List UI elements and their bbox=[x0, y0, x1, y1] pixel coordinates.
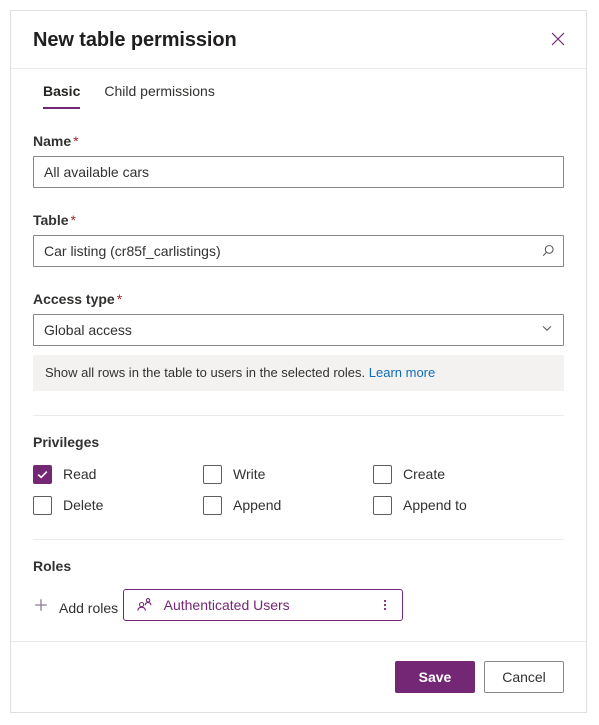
privilege-create-label: Create bbox=[403, 466, 446, 482]
table-label-text: Table bbox=[33, 212, 69, 228]
table-label: Table * bbox=[33, 210, 564, 230]
privilege-delete-label: Delete bbox=[63, 497, 104, 513]
table-input[interactable] bbox=[33, 235, 564, 267]
close-button[interactable] bbox=[542, 24, 574, 56]
privilege-create[interactable]: Create bbox=[373, 464, 543, 484]
table-field-group: Table * bbox=[33, 210, 564, 267]
save-button[interactable]: Save bbox=[395, 661, 475, 693]
name-label-text: Name bbox=[33, 133, 72, 149]
access-type-label-text: Access type bbox=[33, 291, 115, 307]
name-field-group: Name * bbox=[33, 131, 564, 188]
add-roles-button[interactable]: Add roles bbox=[33, 597, 118, 618]
role-chip-label: Authenticated Users bbox=[163, 597, 290, 613]
close-icon bbox=[551, 32, 565, 49]
tab-child-permissions[interactable]: Child permissions bbox=[104, 81, 214, 109]
privilege-read-label: Read bbox=[63, 466, 97, 482]
chevron-down-icon bbox=[541, 321, 553, 339]
plus-icon bbox=[33, 597, 49, 618]
access-type-label: Access type * bbox=[33, 289, 564, 309]
access-type-select[interactable]: Global access bbox=[33, 314, 564, 346]
dialog-header: New table permission bbox=[11, 11, 586, 69]
tab-basic[interactable]: Basic bbox=[43, 81, 81, 109]
table-input-wrap bbox=[33, 235, 564, 267]
contact-person-icon bbox=[136, 597, 153, 613]
privilege-append-to-label: Append to bbox=[403, 497, 467, 513]
roles-title: Roles bbox=[33, 558, 72, 574]
page-title: New table permission bbox=[33, 29, 237, 51]
privilege-read-checkbox[interactable] bbox=[33, 464, 52, 484]
dialog-footer: Save Cancel bbox=[11, 642, 586, 712]
privilege-append-to-checkbox[interactable] bbox=[373, 495, 392, 515]
roles-divider bbox=[33, 539, 564, 540]
new-table-permission-dialog: New table permission Basic Child permiss… bbox=[10, 10, 587, 713]
access-type-field-group: Access type * Global access Show all rows… bbox=[33, 289, 564, 391]
access-type-required-marker: * bbox=[116, 291, 123, 307]
privilege-write-checkbox[interactable] bbox=[203, 464, 222, 484]
access-type-value: Global access bbox=[44, 322, 132, 338]
name-label: Name * bbox=[33, 131, 564, 151]
privilege-append[interactable]: Append bbox=[203, 495, 373, 515]
privilege-read[interactable]: Read bbox=[33, 464, 203, 484]
privilege-delete[interactable]: Delete bbox=[33, 495, 203, 515]
privilege-append-to[interactable]: Append to bbox=[373, 495, 543, 515]
dialog-body: Name* Table* bbox=[11, 109, 586, 641]
add-roles-label: Add roles bbox=[59, 599, 119, 616]
name-required-marker: * bbox=[73, 133, 79, 149]
access-type-info-banner: Show all rows in the table to users in t… bbox=[33, 355, 564, 391]
name-input[interactable] bbox=[33, 156, 564, 188]
learn-more-link[interactable]: Learn more bbox=[369, 365, 435, 380]
role-chip-authenticated-users[interactable]: Authenticated Users bbox=[122, 589, 403, 621]
header-divider bbox=[11, 68, 586, 69]
info-banner-text: Show all rows in the table to users in t… bbox=[45, 365, 366, 380]
privileges-title: Privileges bbox=[33, 434, 100, 450]
tab-child-permissions-label: Child permissions bbox=[104, 83, 215, 99]
privilege-delete-checkbox[interactable] bbox=[33, 495, 52, 515]
privilege-create-checkbox[interactable] bbox=[373, 464, 392, 484]
search-icon[interactable] bbox=[533, 236, 563, 266]
privilege-append-checkbox[interactable] bbox=[203, 495, 222, 515]
privilege-append-label: Append bbox=[233, 497, 282, 513]
table-required-marker: * bbox=[70, 212, 76, 228]
privileges-grid: Read Write Create Delete Append Append t bbox=[33, 464, 564, 515]
tab-list: Basic Child permissions bbox=[11, 69, 586, 109]
more-vertical-icon[interactable] bbox=[374, 592, 396, 618]
privilege-write-label: Write bbox=[233, 466, 266, 482]
cancel-button[interactable]: Cancel bbox=[484, 661, 564, 693]
tab-basic-label: Basic bbox=[43, 83, 81, 99]
privilege-write[interactable]: Write bbox=[203, 464, 373, 484]
privileges-divider bbox=[33, 415, 564, 416]
name-input-wrap bbox=[33, 156, 564, 188]
